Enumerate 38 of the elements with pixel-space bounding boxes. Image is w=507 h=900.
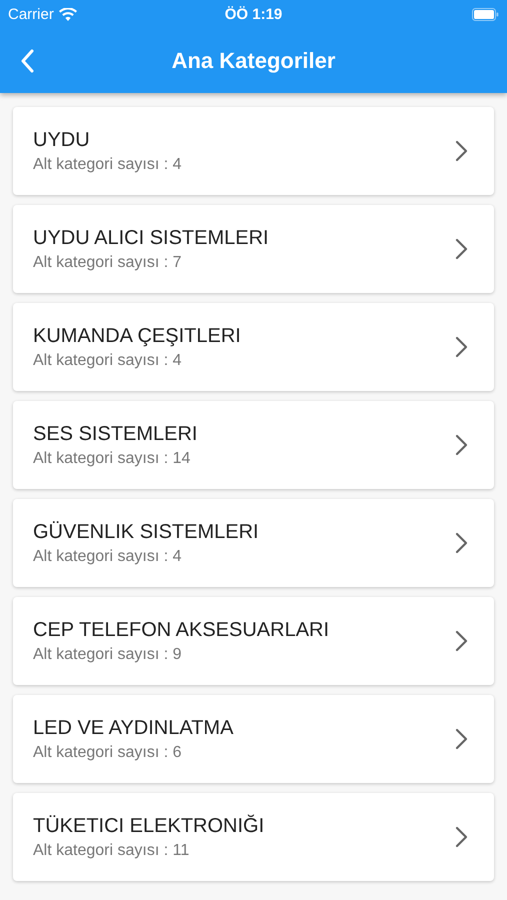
category-name: CEP TELEFON AKSESUARLARI xyxy=(33,618,330,642)
subcategory-count: Alt kategori sayısı : 4 xyxy=(33,156,182,174)
chevron-right-icon xyxy=(455,238,468,260)
page-title: Ana Kategoriler xyxy=(172,48,336,74)
subcategory-count: Alt kategori sayısı : 4 xyxy=(33,352,183,370)
subcategory-count: Alt kategori sayısı : 11 xyxy=(33,842,190,860)
chevron-right-icon xyxy=(455,140,468,162)
category-name: UYDU ALICI SISTEMLERI xyxy=(33,226,269,250)
chevron-right-icon xyxy=(455,336,468,358)
category-name: GÜVENLIK SISTEMLERI xyxy=(33,520,259,544)
chevron-right-icon xyxy=(455,630,468,652)
back-icon[interactable] xyxy=(20,48,34,72)
category-name: KUMANDA ÇEŞITLERI xyxy=(33,324,241,348)
clock-time: ÖÖ 1:19 xyxy=(224,6,282,22)
category-name: SES SISTEMLERI xyxy=(33,422,198,446)
subcategory-count: Alt kategori sayısı : 4 xyxy=(33,548,183,566)
subcategory-count: Alt kategori sayısı : 7 xyxy=(33,254,183,272)
subcategory-count: Alt kategori sayısı : 6 xyxy=(33,744,183,762)
category-card[interactable]: UYDU ALICI SISTEMLERI Alt kategori sayısı : 7 xyxy=(13,205,494,293)
carrier-label: Carrier xyxy=(8,6,54,22)
category-card[interactable]: TÜKETICI ELEKTRONIĞI Alt kategori sayısı : 11 xyxy=(13,793,494,881)
category-name: LED VE AYDINLATMA xyxy=(33,716,234,740)
chevron-right-icon xyxy=(455,434,468,456)
subcategory-count: Alt kategori sayısı : 14 xyxy=(33,450,192,468)
category-card[interactable]: LED VE AYDINLATMA Alt kategori sayısı : 6 xyxy=(13,695,494,783)
chevron-right-icon xyxy=(455,826,468,848)
category-card[interactable]: UYDU Alt kategori sayısı : 4 xyxy=(13,107,494,195)
subcategory-count: Alt kategori sayısı : 9 xyxy=(33,646,183,664)
battery-icon xyxy=(472,8,499,20)
category-card[interactable]: KUMANDA ÇEŞITLERI Alt kategori sayısı : 4 xyxy=(13,303,494,391)
chevron-right-icon xyxy=(455,728,468,750)
chevron-right-icon xyxy=(455,532,468,554)
category-card[interactable]: SES SISTEMLERI Alt kategori sayısı : 14 xyxy=(13,401,494,489)
category-name: TÜKETICI ELEKTRONIĞI xyxy=(33,814,264,838)
category-card[interactable]: CEP TELEFON AKSESUARLARI Alt kategori sayısı : 9 xyxy=(13,597,494,685)
category-name: UYDU xyxy=(33,128,91,152)
wifi-icon xyxy=(58,8,77,20)
category-card[interactable]: GÜVENLIK SISTEMLERI Alt kategori sayısı : 4 xyxy=(13,499,494,587)
